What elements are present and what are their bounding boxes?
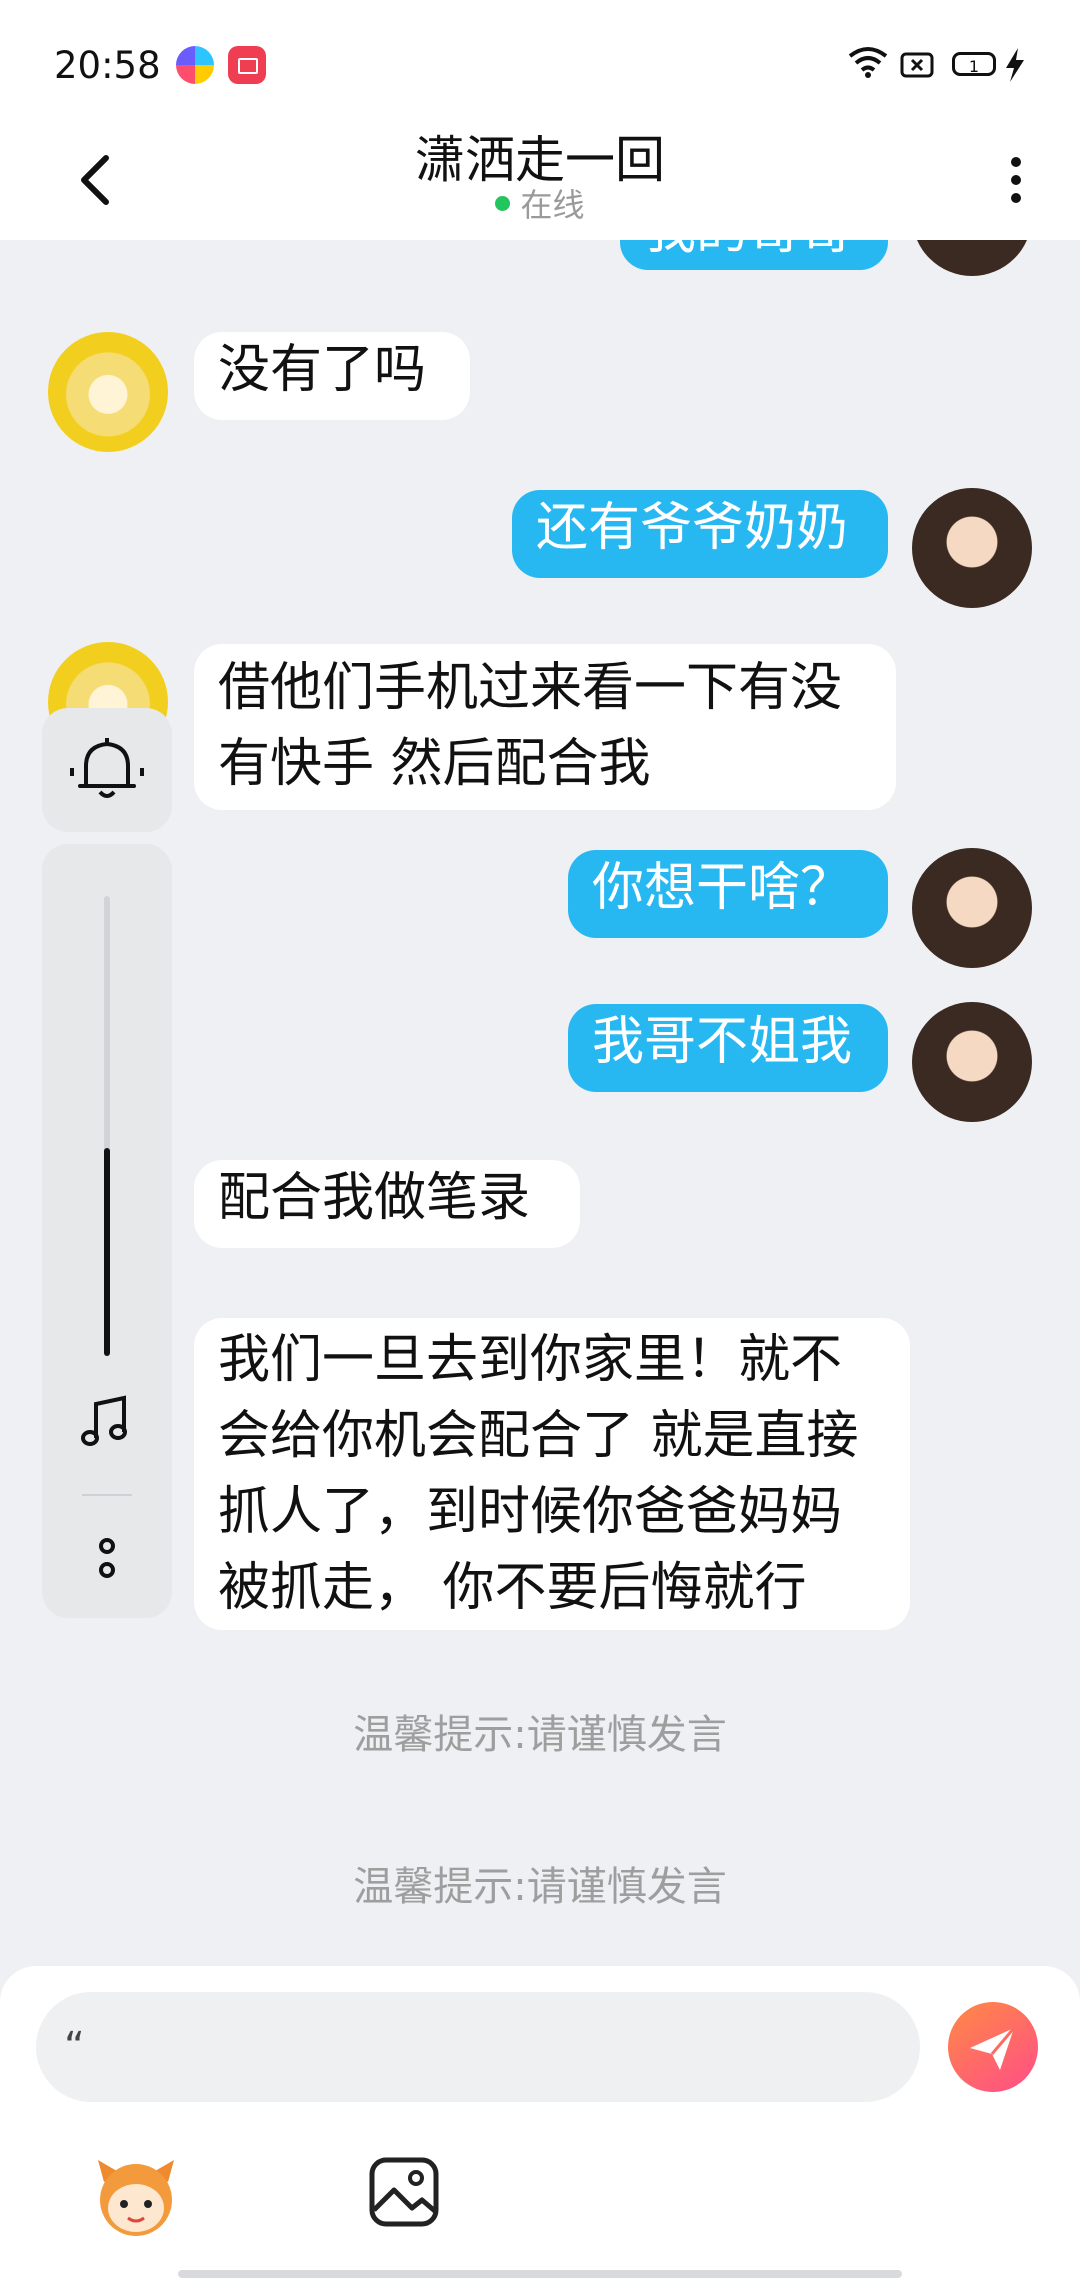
outgoing-message-bubble: 我哥不姐我	[568, 1004, 888, 1092]
wifi-icon	[848, 47, 888, 78]
online-dot-icon	[495, 195, 511, 211]
message-list[interactable]: 我的哥哥 没有了吗 还有爷爷奶奶 借他们手机过来看一下有没 有快手 然后配合我 …	[0, 240, 1080, 1966]
more-menu-icon[interactable]	[1002, 140, 1030, 220]
music-note-icon	[81, 1395, 127, 1446]
sticker-emoji-icon[interactable]	[88, 2148, 184, 2244]
outgoing-message-bubble: 你想干啥？	[568, 850, 888, 938]
outgoing-message-bubble: 还有爷爷奶奶	[512, 490, 888, 578]
charging-icon	[1006, 48, 1024, 82]
status-time: 20:58	[54, 44, 161, 87]
warning-hint: 温馨提示:请谨慎发言	[353, 1864, 727, 1910]
my-avatar[interactable]	[912, 240, 1032, 276]
volume-slider-fill[interactable]	[104, 1148, 110, 1356]
my-avatar[interactable]	[912, 488, 1032, 608]
contact-avatar[interactable]	[48, 332, 168, 452]
bell-icon	[70, 738, 144, 798]
screen-record-icon	[228, 46, 266, 84]
my-avatar[interactable]	[912, 848, 1032, 968]
more-options-icon[interactable]	[92, 1534, 122, 1584]
ringer-mode-button[interactable]	[42, 708, 172, 832]
composer-bar	[0, 1966, 1080, 2280]
chat-header: 潇洒走一回 在线	[0, 120, 1080, 240]
app-notification-icon	[176, 46, 214, 84]
outgoing-message-bubble: 我的哥哥	[620, 240, 888, 270]
battery-icon: 1	[952, 52, 996, 76]
incoming-message-bubble: 借他们手机过来看一下有没 有快手 然后配合我	[194, 644, 896, 810]
sim-icon	[900, 52, 934, 78]
home-indicator	[178, 2270, 902, 2278]
incoming-message-bubble: 我们一旦去到你家里！就不 会给你机会配合了 就是直接 抓人了，到时候你爸爸妈妈 …	[194, 1318, 910, 1630]
my-avatar[interactable]	[912, 1002, 1032, 1122]
divider	[82, 1494, 132, 1496]
status-bar: 20:58 1	[0, 0, 1080, 120]
volume-panel	[42, 844, 172, 1618]
incoming-message-bubble: 没有了吗	[194, 332, 470, 420]
paper-plane-icon	[970, 2027, 1016, 2070]
message-input[interactable]	[36, 1992, 920, 2102]
image-picker-icon[interactable]	[366, 2154, 442, 2230]
incoming-message-bubble: 配合我做笔录	[194, 1160, 580, 1248]
online-label: 在线	[520, 186, 585, 224]
send-button[interactable]	[948, 2002, 1038, 2092]
warning-hint: 温馨提示:请谨慎发言	[353, 1712, 727, 1758]
online-status: 在线	[0, 180, 1080, 226]
